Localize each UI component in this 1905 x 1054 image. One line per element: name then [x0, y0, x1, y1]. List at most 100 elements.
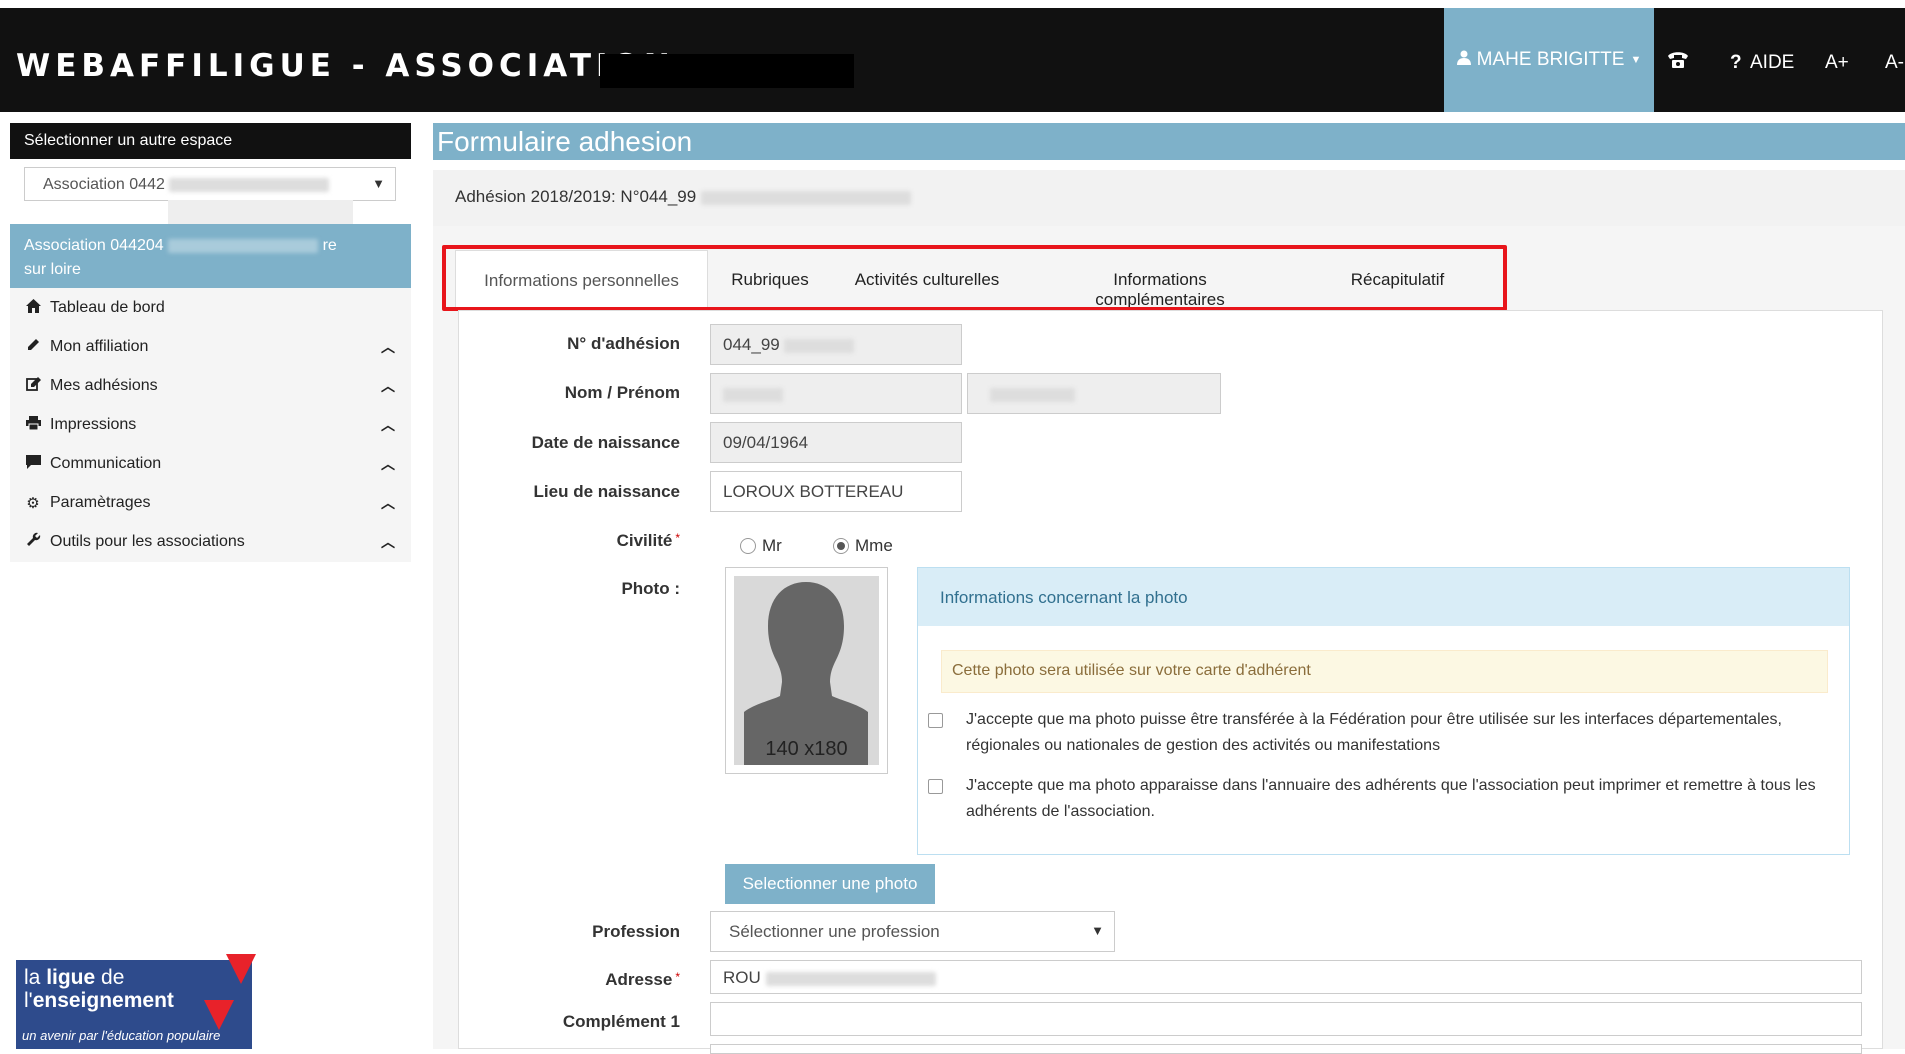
chevron-up-icon[interactable]: ︿ — [381, 493, 395, 513]
sidebar-item-communication[interactable]: Communication ︿ — [10, 444, 411, 483]
redacted-text — [168, 238, 319, 253]
photo-warning: Cette photo sera utilisée sur votre cart… — [941, 650, 1828, 693]
address-label: Adresse * — [460, 970, 680, 990]
logo-text: la — [24, 966, 47, 989]
logo-text: de — [95, 966, 125, 989]
pencil-icon — [24, 338, 42, 356]
print-icon — [24, 415, 42, 434]
last-name-field — [710, 373, 962, 414]
chevron-up-icon[interactable]: ︿ — [381, 376, 395, 396]
photo-preview[interactable]: 140 x180 — [725, 567, 888, 774]
name-label: Nom / Prénom — [564, 383, 680, 402]
civility-radio-mme[interactable]: Mme — [833, 536, 893, 556]
consent-directory[interactable]: J'accepte que ma photo apparaisse dans l… — [928, 773, 1833, 825]
photo-info-title: Informations concernant la photo — [918, 568, 1849, 626]
gear-icon: ⚙ — [26, 494, 40, 512]
chevron-up-icon[interactable]: ︿ — [381, 454, 395, 474]
photo-size-caption: 140 x180 — [765, 738, 848, 760]
redacted-text — [765, 971, 936, 986]
sidebar-item-mon-affiliation[interactable]: Mon affiliation ︿ — [10, 327, 411, 366]
redacted-text — [784, 338, 855, 353]
sidebar-item-tableau-de-bord[interactable]: Tableau de bord — [10, 288, 411, 327]
logo-tagline: un avenir par l'éducation populaire — [22, 1028, 221, 1043]
address-value: ROU — [723, 968, 761, 987]
association-name-line2: sur loire — [24, 261, 81, 278]
consent-directory-text: J'accepte que ma photo apparaisse dans l… — [966, 777, 1816, 820]
sidebar-item-parametrages[interactable]: ⚙ Paramètrages ︿ — [10, 483, 411, 522]
help-icon[interactable]: ? — [1730, 52, 1742, 74]
birthplace-input[interactable]: LOROUX BOTTEREAU — [710, 471, 962, 512]
birthplace-label: Lieu de naissance — [533, 482, 680, 501]
civility-label: Civilité * — [460, 531, 680, 551]
edit-icon — [24, 376, 42, 395]
required-marker: * — [675, 970, 680, 984]
logo-triangle — [204, 1000, 234, 1030]
user-icon — [1456, 49, 1471, 71]
profession-select-value: Sélectionner une profession — [729, 922, 940, 941]
font-increase-button[interactable]: A+ — [1825, 52, 1849, 74]
chevron-up-icon[interactable]: ︿ — [381, 337, 395, 357]
redacted-text — [169, 177, 330, 192]
consent-federation[interactable]: J'accepte que ma photo puisse être trans… — [928, 707, 1833, 759]
birthdate-field: 09/04/1964 — [710, 422, 962, 463]
first-name-field — [967, 373, 1221, 414]
font-decrease-button[interactable]: A- — [1885, 52, 1904, 74]
redacted-block — [168, 200, 353, 224]
civility-radio-mr[interactable]: Mr — [740, 536, 782, 556]
sidebar-item-label: Outils pour les associations — [50, 532, 245, 550]
redacted-block — [600, 54, 854, 88]
civility-label-text: Civilité — [616, 531, 673, 550]
logo-text: ligue — [46, 966, 96, 989]
radio-label: Mme — [855, 536, 893, 555]
logo-text: enseignement — [32, 989, 174, 1012]
profession-select[interactable]: Sélectionner une profession ▼ — [710, 911, 1115, 952]
logo-triangle — [226, 954, 256, 984]
redacted-text — [723, 387, 783, 402]
complement-label: Complément 1 — [562, 1012, 680, 1031]
adhesion-number-value: 044_99 — [723, 335, 780, 354]
page-title: Formulaire adhesion — [433, 123, 1905, 160]
logo-text: l' — [24, 989, 33, 1012]
birthdate-label: Date de naissance — [531, 433, 680, 452]
logo-line1: la ligue de — [24, 966, 244, 989]
profession-label: Profession — [592, 922, 680, 941]
photo-placeholder: 140 x180 — [734, 576, 879, 765]
phone-icon[interactable] — [1667, 50, 1689, 76]
select-space-title: Sélectionner un autre espace — [10, 123, 411, 159]
address-input[interactable]: ROU — [710, 960, 1862, 994]
sidebar-item-label: Mon affiliation — [50, 337, 149, 355]
photo-label: Photo : — [621, 579, 680, 598]
sidebar-item-outils[interactable]: Outils pour les associations ︿ — [10, 522, 411, 561]
ligue-enseignement-logo[interactable]: la ligue de l'enseignement un avenir par… — [16, 954, 256, 1049]
chevron-up-icon[interactable]: ︿ — [381, 532, 395, 552]
consent-federation-checkbox[interactable] — [928, 713, 943, 728]
association-name: Association 044204 — [24, 237, 164, 254]
home-icon — [24, 298, 42, 317]
chevron-up-icon[interactable]: ︿ — [381, 415, 395, 435]
help-link[interactable]: AIDE — [1750, 52, 1794, 74]
app-brand[interactable]: WEBAFFILIGUE - ASSOCIATION — [16, 48, 675, 84]
adhesion-number-label: N° d'adhésion — [567, 334, 680, 353]
sidebar-item-impressions[interactable]: Impressions ︿ — [10, 405, 411, 444]
complement-input[interactable] — [710, 1002, 1862, 1036]
sidebar-item-label: Mes adhésions — [50, 376, 158, 394]
select-photo-button[interactable]: Selectionner une photo — [725, 864, 935, 904]
association-header[interactable]: Association 044204 re sur loire — [10, 224, 411, 288]
sidebar-item-label: Tableau de bord — [50, 298, 165, 316]
space-select-value: Association 0442 — [43, 176, 165, 193]
radio-button-selected[interactable] — [833, 538, 849, 554]
space-select[interactable]: Association 0442 ▼ — [24, 167, 396, 201]
caret-down-icon: ▼ — [1630, 54, 1642, 66]
next-input[interactable] — [710, 1044, 1862, 1054]
user-menu-button[interactable]: MAHE BRIGITTE ▼ — [1444, 8, 1654, 112]
consent-directory-checkbox[interactable] — [928, 779, 943, 794]
radio-label: Mr — [762, 536, 782, 555]
wrench-icon — [24, 532, 42, 551]
sidebar-item-label: Paramètrages — [50, 493, 151, 511]
radio-button[interactable] — [740, 538, 756, 554]
silhouette-icon — [744, 582, 868, 765]
caret-down-icon: ▼ — [372, 176, 385, 191]
adhesion-summary: Adhésion 2018/2019: N°044_99 — [433, 170, 1905, 226]
sidebar-item-mes-adhesions[interactable]: Mes adhésions ︿ — [10, 366, 411, 405]
adhesion-number-text: Adhésion 2018/2019: N°044_99 — [455, 187, 697, 206]
